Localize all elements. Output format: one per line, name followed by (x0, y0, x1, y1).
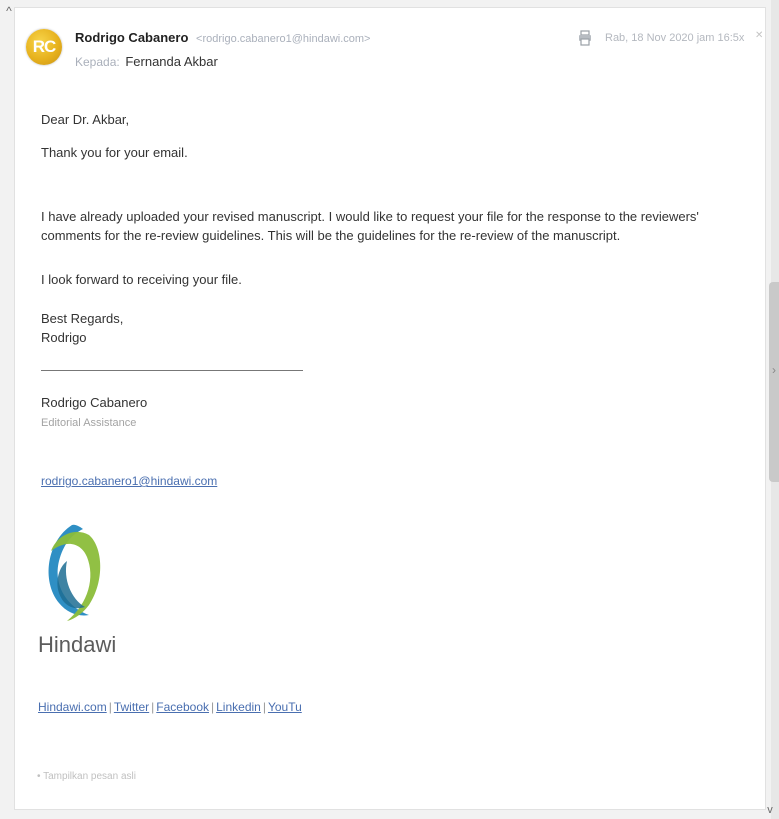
body-paragraph-3: I look forward to receiving your file. (41, 272, 242, 287)
link-separator: | (108, 700, 112, 714)
sender-name[interactable]: Rodrigo Cabanero (75, 30, 188, 45)
printer-icon[interactable] (578, 30, 592, 46)
link-twitter[interactable]: Twitter (114, 700, 149, 714)
bullet-icon: • (37, 771, 41, 782)
link-facebook[interactable]: Facebook (156, 700, 209, 714)
link-hindawi[interactable]: Hindawi.com (38, 700, 107, 714)
social-links: Hindawi.com | Twitter | Facebook | Linkedin | Yo… (38, 700, 302, 714)
hindawi-logo-icon (48, 524, 101, 621)
body-paragraph-1: Thank you for your email. (41, 145, 188, 160)
sender-email[interactable]: <rodrigo.cabanero1@hindawi.com> (196, 33, 370, 45)
link-separator: | (211, 700, 215, 714)
signature-role: Editorial Assistance (41, 417, 137, 429)
email-message: RC Rodrigo Cabanero <rodrigo.cabanero1@h… (14, 7, 766, 810)
signature-name: Rodrigo Cabanero (41, 395, 148, 410)
chevron-right-icon[interactable]: › (769, 360, 779, 380)
close-icon[interactable]: ✕ (755, 30, 763, 41)
body-paragraph-2: I have already uploaded your revised man… (41, 209, 699, 243)
link-youtube[interactable]: YouTu (268, 700, 302, 714)
show-original-label: Tampilkan pesan asli (43, 771, 136, 782)
signature-divider (41, 370, 303, 371)
greeting: Dear Dr. Akbar, (41, 112, 130, 127)
show-original-link[interactable]: • Tampilkan pesan asli (37, 771, 136, 782)
recipient-label: Kepada: (75, 55, 120, 69)
signoff: Rodrigo (41, 330, 87, 345)
sender-line: Rodrigo Cabanero <rodrigo.cabanero1@hind… (75, 30, 370, 45)
recipient-line: Kepada: Fernanda Akbar (75, 54, 218, 69)
link-separator: | (151, 700, 155, 714)
email-header: RC Rodrigo Cabanero <rodrigo.cabanero1@h… (15, 8, 765, 88)
signature-email-link[interactable]: rodrigo.cabanero1@hindawi.com (41, 474, 217, 488)
link-separator: | (262, 700, 266, 714)
message-date: Rab, 18 Nov 2020 jam 16:5x (605, 32, 745, 44)
recipient-name[interactable]: Fernanda Akbar (125, 54, 218, 69)
scrollbar-thumb[interactable] (769, 282, 779, 482)
avatar[interactable]: RC (26, 29, 62, 65)
link-linkedin[interactable]: Linkedin (216, 700, 261, 714)
brand-name: Hindawi (38, 632, 117, 657)
closing: Best Regards, (41, 311, 124, 326)
